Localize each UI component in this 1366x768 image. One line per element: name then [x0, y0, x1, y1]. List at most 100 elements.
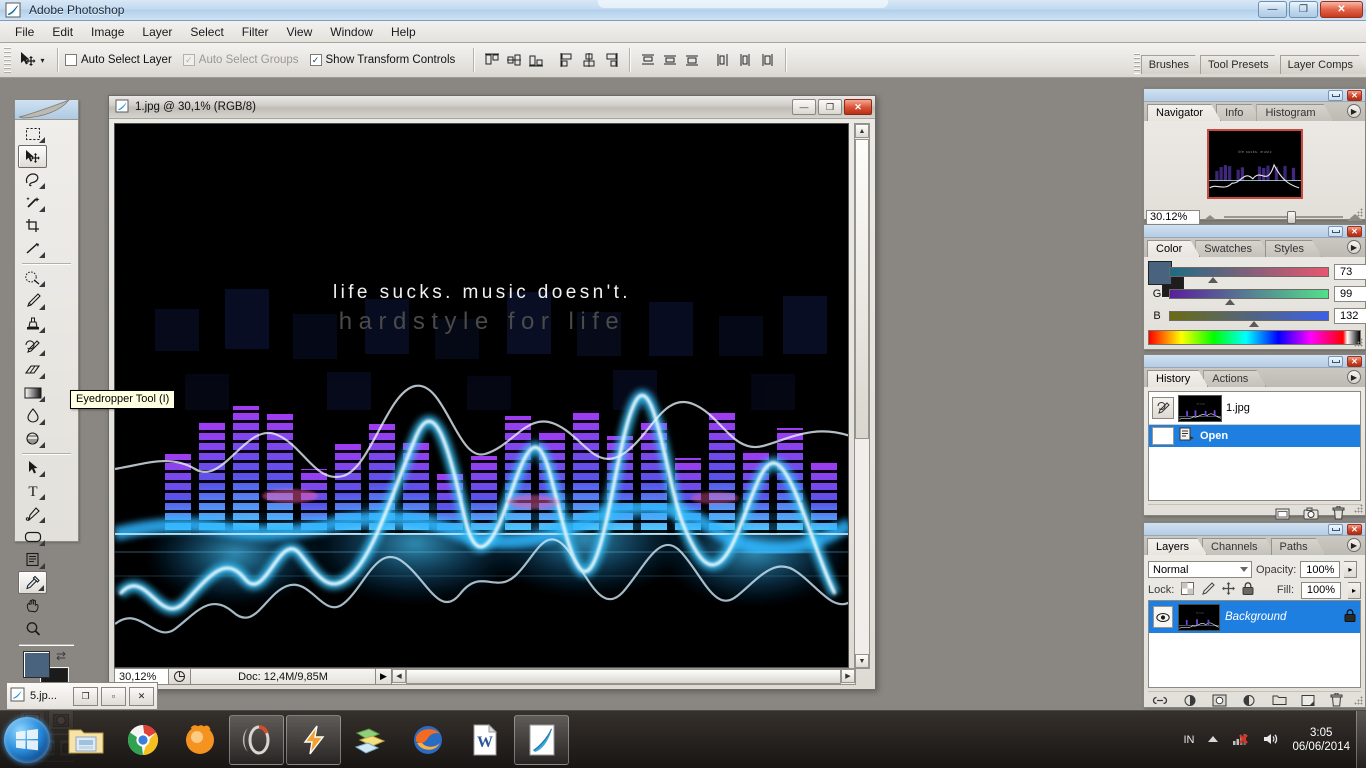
opacity-value[interactable]: 100%	[1300, 561, 1341, 578]
lock-image-pixels-icon[interactable]	[1201, 582, 1216, 598]
canvas-vertical-scrollbar[interactable]: ▲ ▼	[854, 123, 870, 669]
scroll-up-arrow[interactable]: ▲	[855, 124, 869, 138]
align-horizontal-centers-icon[interactable]	[578, 49, 600, 71]
google-chrome-icon[interactable]	[115, 715, 170, 765]
green-channel-slider[interactable]	[1169, 289, 1329, 305]
palette-well-tab-brushes[interactable]: Brushes	[1141, 55, 1204, 74]
distribute-left-edges-icon[interactable]	[712, 49, 734, 71]
windows-start-orb[interactable]	[4, 717, 50, 763]
palette-well-tab-tool-presets[interactable]: Tool Presets	[1200, 55, 1284, 74]
history-brush-source-icon[interactable]	[1152, 397, 1174, 419]
microsoft-word-icon[interactable]: W	[457, 715, 512, 765]
navigator-preview-area[interactable]: life sucks. music	[1144, 121, 1365, 207]
tab-channels[interactable]: Channels	[1202, 538, 1275, 555]
image-canvas[interactable]: life sucks. music doesn't. hardstyle for…	[114, 123, 849, 668]
gradient-tool[interactable]	[18, 381, 47, 404]
move-tool[interactable]	[18, 145, 47, 168]
zoom-slider-knob[interactable]	[1286, 210, 1296, 224]
brush-tool[interactable]	[18, 289, 47, 312]
tab-history[interactable]: History	[1147, 370, 1208, 387]
opera-icon[interactable]	[229, 715, 284, 765]
healing-brush-tool[interactable]	[18, 266, 47, 289]
document-title-bar[interactable]: 1.jpg @ 30,1% (RGB/8) — ❐ ✕	[109, 96, 875, 119]
move-tool-icon[interactable]: ▾	[14, 47, 50, 73]
menu-help[interactable]: Help	[382, 22, 425, 42]
new-group-icon[interactable]	[1272, 694, 1287, 709]
history-close-button[interactable]: ✕	[1347, 356, 1362, 367]
menu-view[interactable]: View	[277, 22, 321, 42]
minimized-document-window[interactable]: 5.jp... ❐ ▫ ✕	[6, 682, 158, 710]
menu-layer[interactable]: Layer	[133, 22, 181, 42]
hand-tool[interactable]	[18, 594, 47, 617]
blur-tool[interactable]	[18, 404, 47, 427]
history-minimize-button[interactable]	[1328, 356, 1343, 367]
adobe-photoshop-icon[interactable]	[514, 715, 569, 765]
layer-name[interactable]: Background	[1225, 611, 1339, 623]
document-minimize-button[interactable]: —	[792, 99, 816, 115]
menu-image[interactable]: Image	[82, 22, 133, 42]
rounded-rectangle-tool[interactable]	[18, 525, 47, 548]
crop-tool[interactable]	[18, 214, 47, 237]
swap-colors-icon[interactable]: ⇄	[56, 649, 66, 663]
history-state-toggle[interactable]	[1152, 427, 1174, 445]
language-indicator[interactable]: IN	[1183, 734, 1194, 746]
type-tool[interactable]: T	[18, 479, 47, 502]
status-expand-arrow[interactable]: ▶	[376, 668, 392, 685]
history-state-list[interactable]: life sucks 1.jpg Open	[1148, 391, 1361, 501]
layer-mask-icon[interactable]	[1212, 694, 1227, 710]
toolbox-header[interactable]	[15, 100, 78, 120]
align-vertical-centers-icon[interactable]	[503, 49, 525, 71]
blend-mode-select[interactable]: Normal	[1148, 561, 1252, 578]
volume-icon[interactable]	[1262, 732, 1279, 749]
options-bar-grip[interactable]	[4, 47, 11, 73]
lasso-tool[interactable]	[18, 168, 47, 191]
layer-visibility-eye-icon[interactable]	[1153, 606, 1173, 628]
slice-tool[interactable]	[18, 237, 47, 260]
clone-stamp-tool[interactable]	[18, 312, 47, 335]
palette-menu-icon[interactable]: ▶	[1347, 538, 1361, 552]
palette-well-tab-layer-comps[interactable]: Layer Comps	[1280, 55, 1366, 74]
history-brush-tool[interactable]	[18, 335, 47, 358]
rectangular-marquee-tool[interactable]	[18, 122, 47, 145]
distribute-top-edges-icon[interactable]	[637, 49, 659, 71]
minimized-restore-button[interactable]: ❐	[73, 686, 98, 706]
tab-layers[interactable]: Layers	[1147, 538, 1207, 555]
minimized-maximize-button[interactable]: ▫	[101, 686, 126, 706]
palette-well-grip[interactable]	[1133, 53, 1140, 74]
tab-styles[interactable]: Styles	[1265, 240, 1322, 257]
magic-wand-tool[interactable]	[18, 191, 47, 214]
navigator-thumbnail[interactable]: life sucks. music	[1206, 129, 1303, 199]
auto-select-layer-checkbox[interactable]: Auto Select Layer	[65, 54, 172, 66]
link-layers-icon[interactable]	[1152, 695, 1168, 709]
green-channel-value[interactable]: 99	[1334, 286, 1366, 302]
layers-resize-grip[interactable]	[1354, 696, 1363, 705]
align-right-edges-icon[interactable]	[600, 49, 622, 71]
adjustment-layer-icon[interactable]	[1242, 694, 1257, 710]
document-restore-button[interactable]: ❐	[818, 99, 842, 115]
minimized-close-button[interactable]: ✕	[129, 686, 154, 706]
history-title-bar[interactable]: ✕	[1144, 355, 1365, 368]
document-close-button[interactable]: ✕	[844, 99, 872, 115]
distribute-horizontal-centers-icon[interactable]	[734, 49, 756, 71]
opacity-stepper[interactable]: ▸	[1344, 561, 1358, 578]
blue-channel-slider[interactable]	[1169, 311, 1329, 327]
palette-menu-icon[interactable]: ▶	[1347, 240, 1361, 254]
align-left-edges-icon[interactable]	[556, 49, 578, 71]
navigator-resize-grip[interactable]	[1354, 208, 1363, 217]
notes-tool[interactable]	[18, 548, 47, 571]
align-top-edges-icon[interactable]	[481, 49, 503, 71]
green-slider-marker[interactable]	[1225, 299, 1236, 305]
minimize-button[interactable]: —	[1258, 1, 1287, 18]
menu-window[interactable]: Window	[321, 22, 382, 42]
fill-stepper[interactable]: ▸	[1348, 581, 1361, 599]
layer-list[interactable]: life sucks Background	[1148, 600, 1361, 688]
navigator-close-button[interactable]: ✕	[1347, 90, 1362, 101]
tab-histogram[interactable]: Histogram	[1256, 104, 1333, 121]
tab-actions[interactable]: Actions	[1203, 370, 1266, 387]
winamp-icon[interactable]	[286, 715, 341, 765]
zoom-out-icon[interactable]	[1204, 214, 1216, 220]
canvas-horizontal-scrollbar[interactable]: ◀ ▶	[392, 668, 856, 685]
tab-navigator[interactable]: Navigator	[1147, 104, 1221, 121]
menu-edit[interactable]: Edit	[43, 22, 82, 42]
scroll-left-arrow[interactable]: ◀	[392, 669, 406, 683]
